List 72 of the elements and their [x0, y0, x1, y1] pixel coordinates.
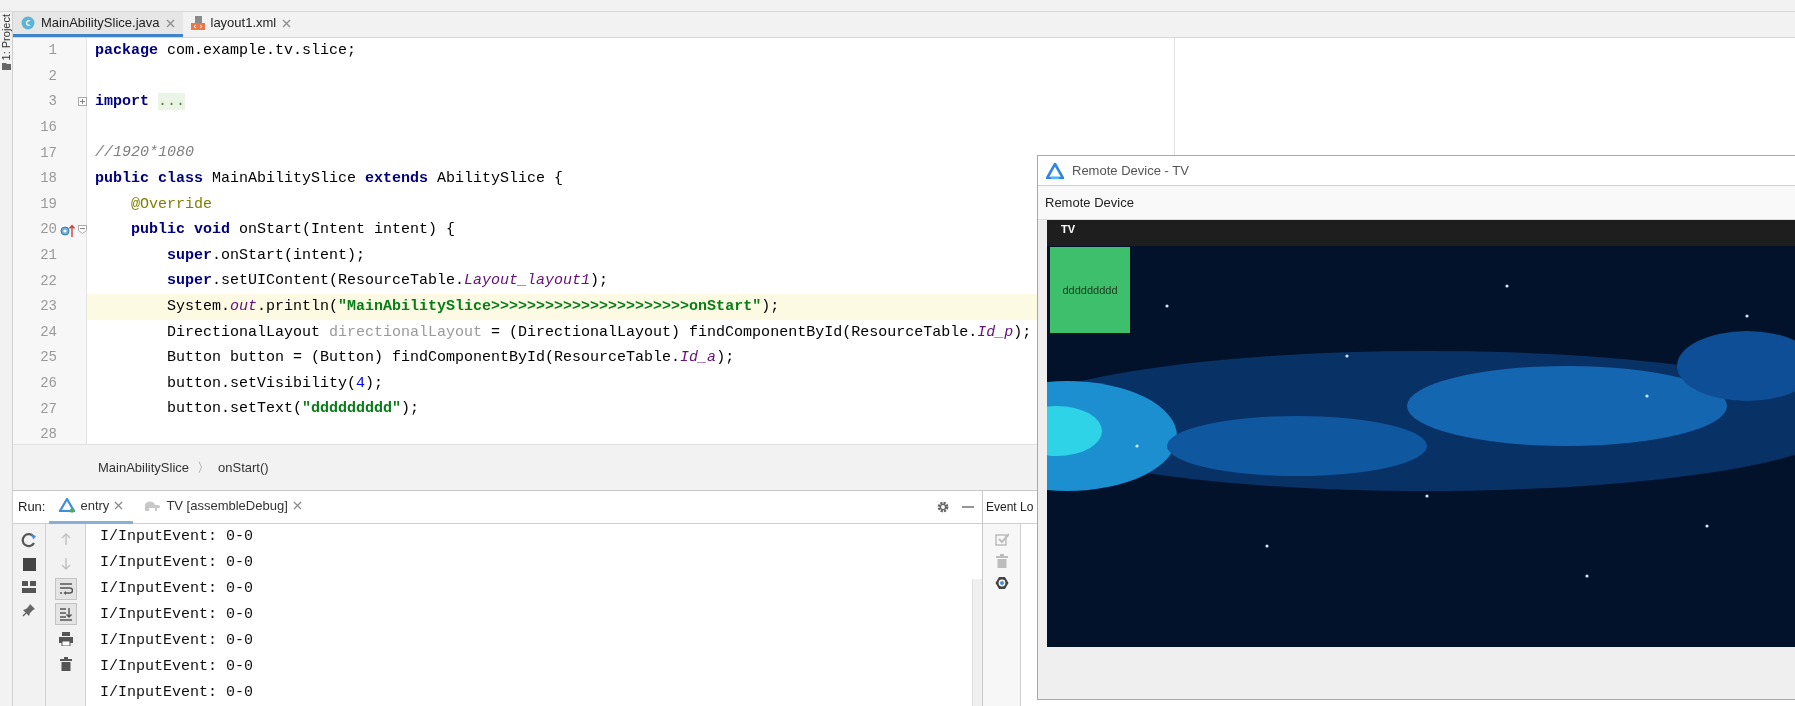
collapse-icon[interactable] — [78, 225, 87, 235]
menu-item[interactable]: Remote Device — [1045, 192, 1134, 213]
code-line: import ... — [95, 92, 186, 113]
close-icon[interactable] — [282, 18, 292, 28]
log-line: I/InputEvent: 0-0 — [100, 683, 255, 703]
log-line: I/InputEvent: 0-0 — [100, 657, 255, 677]
code-line: Button button = (Button) findComponentById(ResourceTable.Id_a); — [166, 348, 735, 369]
scroll-to-end-icon[interactable] — [58, 607, 73, 621]
line-number: 27 — [39, 399, 57, 419]
triangle-logo-icon — [1046, 162, 1064, 179]
elephant-icon — [143, 499, 162, 512]
code-line: public class MainAbilitySlice extends AbilitySlice { — [95, 168, 564, 189]
window-title: Remote Device - TV — [1072, 161, 1189, 180]
rerun-icon[interactable] — [21, 532, 37, 548]
code-line: super.onStart(intent); — [166, 245, 366, 266]
code-line: DirectionalLayout directionalLayout = (DirectionalLayout) findComponentById(ResourceTable.Id_p); — [166, 322, 1032, 343]
log-line: I/InputEvent: 0-0 — [100, 527, 255, 547]
layout-icon[interactable] — [22, 581, 36, 593]
run-label: Run: — [18, 498, 46, 517]
code-line: public void onStart(Intent intent) { — [130, 220, 456, 241]
line-number: 28 — [39, 425, 57, 445]
panel-title[interactable]: Event Lo — [986, 498, 1034, 516]
xml-file-icon — [190, 16, 205, 30]
line-number: 1 — [47, 41, 57, 61]
line-number: 21 — [39, 246, 57, 266]
line-number: 17 — [39, 143, 57, 163]
expand-icon[interactable] — [78, 97, 87, 107]
log-line: I/InputEvent: 0-0 — [100, 579, 255, 599]
log-line: I/InputEvent: 0-0 — [100, 553, 255, 573]
line-number: 25 — [39, 348, 57, 368]
breadcrumb-separator: 〉 — [197, 458, 211, 477]
line-number: 3 — [47, 92, 57, 112]
close-icon[interactable] — [165, 18, 175, 28]
code-line: button.setVisibility(4); — [166, 373, 384, 394]
line-number: 20 — [39, 220, 57, 240]
code-line: //1920*1080 — [95, 143, 195, 164]
log-line: I/InputEvent: 0-0 — [100, 631, 255, 651]
line-number: 16 — [39, 118, 57, 138]
app-title-bar: TV — [1047, 220, 1795, 246]
line-number: 22 — [39, 271, 57, 291]
run-tab[interactable]: TV [assembleDebug] — [133, 490, 312, 524]
folder-icon — [1, 62, 11, 71]
pin-icon[interactable] — [22, 603, 36, 617]
trash-icon[interactable] — [58, 657, 73, 671]
settings-icon[interactable] — [936, 500, 950, 514]
editor-tab[interactable]: layout1.xml — [182, 12, 300, 37]
class-icon — [21, 16, 35, 30]
code-line: @Override — [130, 194, 213, 215]
code-line: button.setText("ddddddddd"); — [166, 399, 420, 420]
editor-tab[interactable]: MainAbilitySlice.java — [13, 12, 183, 37]
code-line: super.setUIContent(ResourceTable.Layout_layout1); — [166, 271, 609, 292]
sidebar-tab[interactable]: 1: Project — [0, 14, 15, 61]
line-number: 24 — [39, 322, 57, 342]
app-button[interactable]: ddddddddd — [1050, 247, 1130, 333]
line-number: 2 — [47, 66, 57, 86]
breadcrumb-item[interactable]: onStart() — [218, 457, 269, 478]
close-icon[interactable] — [292, 501, 302, 510]
stop-icon[interactable] — [22, 558, 36, 571]
print-icon[interactable] — [58, 632, 73, 646]
line-number: 23 — [39, 297, 57, 317]
soft-wrap-icon[interactable] — [58, 582, 73, 596]
breadcrumb-item[interactable]: MainAbilitySlice — [98, 457, 190, 478]
scrollbar[interactable] — [972, 579, 982, 706]
triangle-logo-icon — [59, 498, 76, 513]
code-line: package com.example.tv.slice; — [95, 41, 357, 61]
line-number: 19 — [39, 194, 57, 214]
settings-icon[interactable] — [994, 576, 1009, 590]
code-line: System.out.println("MainAbilitySlice>>>>>>>>>>>>>>>>>>>>>>onStart"); — [166, 296, 780, 317]
line-number: 26 — [39, 374, 57, 393]
log-line: I/InputEvent: 0-0 — [100, 605, 255, 625]
line-number: 18 — [39, 169, 57, 189]
close-icon[interactable] — [114, 501, 124, 510]
